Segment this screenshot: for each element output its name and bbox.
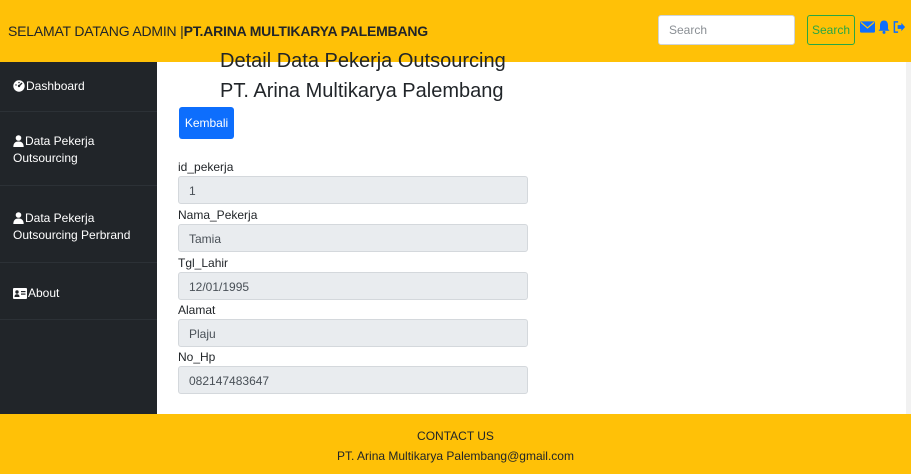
field-label-tgl-lahir: Tgl_Lahir xyxy=(178,256,229,270)
welcome-text: SELAMAT DATANG ADMIN | xyxy=(8,23,184,39)
no-hp-field[interactable]: 082147483647 xyxy=(178,366,528,394)
sidebar-item-label: About xyxy=(28,286,60,300)
dashboard-icon xyxy=(13,80,25,92)
navbar-brand: SELAMAT DATANG ADMIN |PT.ARINA MULTIKARY… xyxy=(8,23,428,39)
sidebar-item-data-pekerja-outsourcing-perbrand[interactable]: Data Pekerja Outsourcing Perbrand xyxy=(0,186,157,263)
back-button[interactable]: Kembali xyxy=(179,107,234,139)
sidebar: Dashboard Data Pekerja Outsourcing Data … xyxy=(0,62,157,414)
page-scrollbar[interactable] xyxy=(906,62,911,414)
search-input[interactable] xyxy=(658,15,795,45)
field-label-nama-pekerja: Nama_Pekerja xyxy=(178,208,258,222)
footer-email: PT. Arina Multikarya Palembang@gmail.com xyxy=(337,449,574,463)
tgl-lahir-field[interactable]: 12/01/1995 xyxy=(178,272,528,300)
id-pekerja-field[interactable]: 1 xyxy=(178,176,528,204)
envelope-icon[interactable] xyxy=(860,20,875,34)
sidebar-item-data-pekerja-outsourcing[interactable]: Data Pekerja Outsourcing xyxy=(0,112,157,186)
logout-icon[interactable] xyxy=(893,20,906,34)
sidebar-item-label: Data Pekerja xyxy=(25,211,95,225)
page-title: Detail Data Pekerja Outsourcing xyxy=(220,50,506,72)
footer-heading: CONTACT US xyxy=(417,429,494,443)
sidebar-item-label: Outsourcing Perbrand xyxy=(13,228,131,242)
field-label-alamat: Alamat xyxy=(178,303,216,317)
sidebar-item-dashboard[interactable]: Dashboard xyxy=(0,62,157,112)
alamat-field[interactable]: Plaju xyxy=(178,319,528,347)
field-label-id-pekerja: id_pekerja xyxy=(178,160,234,174)
field-label-no-hp: No_Hp xyxy=(178,350,216,364)
footer: CONTACT US PT. Arina Multikarya Palemban… xyxy=(0,414,911,474)
sidebar-item-label: Dashboard xyxy=(26,79,85,93)
sidebar-item-label: Data Pekerja xyxy=(25,134,95,148)
main-content: Detail Data Pekerja Outsourcing PT. Arin… xyxy=(157,50,911,414)
user-icon xyxy=(13,212,24,224)
nama-pekerja-field[interactable]: Tamia xyxy=(178,224,528,252)
page-subtitle: PT. Arina Multikarya Palembang xyxy=(220,80,504,102)
sidebar-item-label: Outsourcing xyxy=(13,151,78,165)
user-icon xyxy=(13,135,24,147)
search-button[interactable]: Search xyxy=(807,15,855,45)
sidebar-item-about[interactable]: About xyxy=(0,263,157,320)
id-card-icon xyxy=(13,288,27,299)
company-name: PT.ARINA MULTIKARYA PALEMBANG xyxy=(183,23,429,39)
bell-icon[interactable] xyxy=(878,20,890,34)
